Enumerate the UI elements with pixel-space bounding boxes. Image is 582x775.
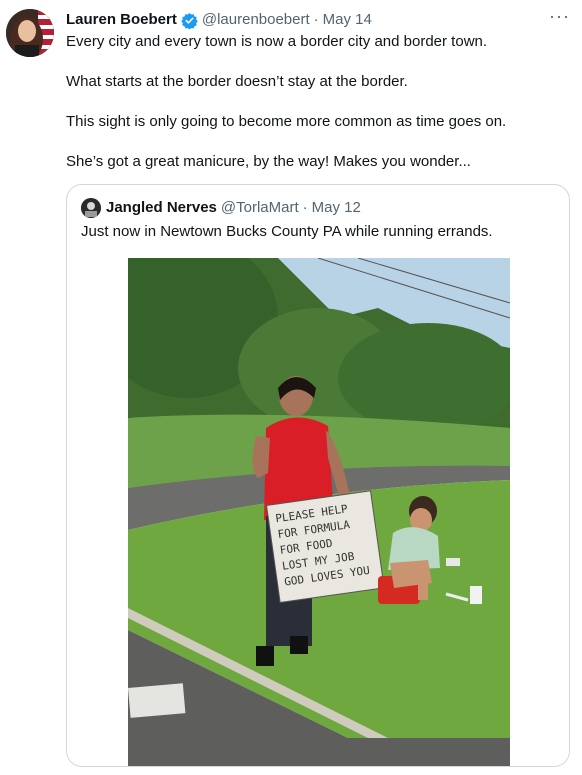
avatar[interactable] xyxy=(6,9,54,57)
tweet-text: Every city and every town is now a borde… xyxy=(66,32,566,192)
tweet-paragraph: This sight is only going to become more … xyxy=(66,113,507,130)
separator-dot: · xyxy=(302,199,308,216)
author-handle[interactable]: @laurenboebert xyxy=(202,10,310,30)
tweet-date[interactable]: May 14 xyxy=(323,10,372,30)
author-name[interactable]: Lauren Boebert xyxy=(66,10,177,30)
tweet-header: Lauren Boebert @laurenboebert · May 14 xyxy=(66,10,372,30)
quoted-avatar[interactable] xyxy=(81,198,101,218)
tweet-paragraph: She’s got a great manicure, by the way! … xyxy=(66,153,471,170)
quoted-author-name[interactable]: Jangled Nerves xyxy=(106,198,217,218)
verified-badge-icon xyxy=(181,12,198,29)
quoted-tweet[interactable]: Jangled Nerves @TorlaMart · May 12 Just … xyxy=(66,184,570,767)
quoted-photo[interactable]: PLEASE HELP FOR FORMULA FOR FOOD LOST MY… xyxy=(128,258,510,766)
quoted-tweet-date[interactable]: May 12 xyxy=(312,198,361,218)
quoted-tweet-header: Jangled Nerves @TorlaMart · May 12 xyxy=(81,198,361,218)
more-options-icon[interactable]: ··· xyxy=(549,6,570,27)
separator-dot: · xyxy=(313,11,319,28)
quoted-author-handle[interactable]: @TorlaMart xyxy=(221,198,299,218)
tweet-paragraph: What starts at the border doesn’t stay a… xyxy=(66,73,408,90)
tweet-paragraph: Every city and every town is now a borde… xyxy=(66,33,488,50)
quoted-tweet-text: Just now in Newtown Bucks County PA whil… xyxy=(81,223,493,240)
